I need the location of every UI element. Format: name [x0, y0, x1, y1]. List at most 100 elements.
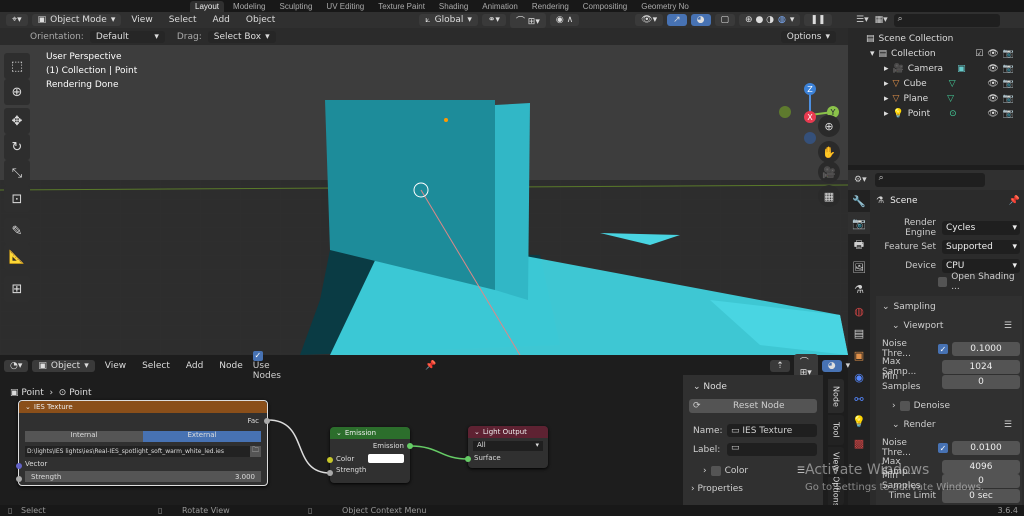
3d-viewport[interactable]: ⬚ ⊕ ✥ ↻ ⤡ ⊡ ✎ 📐 ⊞ User Perspective (1) C…	[0, 45, 848, 355]
menu-view[interactable]: View	[125, 14, 158, 26]
render-engine-select[interactable]: Cycles ▾	[942, 221, 1020, 235]
presets-icon[interactable]: ☰	[1004, 420, 1012, 430]
tab-compositing[interactable]: Compositing	[578, 1, 632, 12]
proportional-edit-button[interactable]: ◉ ∧	[549, 14, 580, 26]
vector-socket[interactable]	[16, 463, 22, 469]
collection-tab-icon[interactable]: ▤	[848, 322, 870, 344]
collection-row[interactable]: ▾ ▤ Collection ☑👁📷	[848, 46, 1024, 61]
mode-select[interactable]: ▣ Object Mode ▾	[31, 14, 122, 26]
emission-node[interactable]: ⌄ Emission Emission Color Strength	[327, 427, 413, 483]
xray-button[interactable]: ▢	[714, 14, 736, 26]
color-socket[interactable]	[327, 457, 333, 463]
viewport-max-samples-field[interactable]: 1024	[942, 360, 1020, 374]
target-select[interactable]: All ▾	[473, 441, 543, 451]
node-header[interactable]: ⌄ Emission	[330, 427, 410, 439]
viewport-noise-threshold-field[interactable]: 0.1000	[952, 342, 1020, 356]
tool-tab-icon[interactable]: 🔧	[848, 190, 870, 212]
transform-tool[interactable]: ⊡	[4, 186, 30, 212]
outliner-item-cube[interactable]: ▸ ▽ Cube ▽ 👁📷	[848, 76, 1024, 91]
sidebar-tab-view[interactable]: View	[828, 447, 844, 475]
select-box-tool[interactable]: ⬚	[4, 53, 30, 79]
properties-subpanel[interactable]: › Properties	[691, 484, 823, 494]
filter-icon[interactable]: ▦▾	[875, 15, 888, 25]
feature-set-select[interactable]: Supported ▾	[942, 240, 1020, 254]
pivot-button[interactable]: ⚭▾	[481, 14, 506, 26]
node-name-field[interactable]: ▭ IES Texture	[727, 424, 817, 437]
color-subpanel[interactable]: › Color ☰	[703, 466, 823, 476]
time-limit-field[interactable]: 0 sec	[942, 489, 1020, 503]
surface-socket[interactable]	[465, 456, 471, 462]
camera-view-icon[interactable]: 🎥	[818, 161, 840, 183]
light-data-tab-icon[interactable]: 💡	[848, 410, 870, 432]
visibility-button[interactable]: 👁▾	[635, 14, 664, 26]
properties-search-input[interactable]: ⌕	[874, 173, 985, 187]
move-tool[interactable]: ✥	[4, 108, 30, 134]
visibility-toggles[interactable]: 👁📷	[987, 64, 1018, 74]
tab-animation[interactable]: Animation	[477, 1, 523, 12]
tab-geometry-nodes[interactable]: Geometry No	[636, 1, 694, 12]
cursor-tool[interactable]: ⊕	[4, 79, 30, 105]
visibility-toggles[interactable]: 👁📷	[987, 94, 1018, 104]
tab-sculpting[interactable]: Sculpting	[275, 1, 318, 12]
tab-uv[interactable]: UV Editing	[321, 1, 369, 12]
scene-collection-row[interactable]: ▤ Scene Collection	[848, 31, 1024, 46]
reset-node-button[interactable]: ⟳ Reset Node	[689, 399, 817, 413]
sidebar-tab-options[interactable]: Options	[828, 477, 844, 505]
world-tab-icon[interactable]: ◍	[848, 300, 870, 322]
gizmo-button[interactable]: ↗	[667, 14, 687, 26]
render-noise-threshold-field[interactable]: 0.0100	[952, 441, 1020, 455]
menu-select[interactable]: Select	[163, 14, 203, 26]
node-label-field[interactable]: ▭	[727, 443, 817, 456]
outliner-item-plane[interactable]: ▸ ▽ Plane ▽ 👁📷	[848, 91, 1024, 106]
render-subpanel-header[interactable]: ⌄ Render ☰	[872, 417, 1020, 433]
ies-filepath-field[interactable]: D:\lights\IES lights\ies\Real-IES_spotli…	[27, 448, 250, 455]
folder-icon[interactable]: 🗀	[250, 446, 261, 457]
snap-button[interactable]: ⌒ ⊞▾	[509, 12, 546, 28]
tab-modeling[interactable]: Modeling	[228, 1, 270, 12]
pan-hand-icon[interactable]: ✋	[818, 141, 840, 163]
texture-tab-icon[interactable]: ▩	[848, 432, 870, 454]
outliner-search-input[interactable]: ⌕	[893, 13, 1000, 27]
emission-out-socket[interactable]	[407, 443, 413, 449]
viewport-min-samples-field[interactable]: 0	[942, 375, 1020, 389]
annotate-tool[interactable]: ✎	[4, 218, 30, 244]
fac-socket[interactable]	[264, 418, 270, 424]
output-tab-icon[interactable]: 🖶	[848, 234, 870, 256]
overlay-button[interactable]: ◕	[690, 14, 711, 26]
render-min-samples-field[interactable]: 0	[942, 474, 1020, 488]
visibility-toggles[interactable]: 👁📷	[987, 109, 1018, 119]
outliner-item-camera[interactable]: ▸ 🎥 Camera ▣ 👁📷	[848, 61, 1024, 76]
color-swatch[interactable]	[368, 454, 404, 463]
menu-add[interactable]: Add	[206, 14, 235, 26]
render-tab-icon[interactable]: 📷	[848, 212, 870, 234]
menu-object[interactable]: Object	[240, 14, 281, 26]
add-cube-tool[interactable]: ⊞	[4, 276, 30, 302]
transform-orientation-select[interactable]: ⟀ Global ▾	[419, 14, 478, 26]
visibility-toggles[interactable]: ☑👁📷	[975, 49, 1018, 59]
outliner-item-point[interactable]: ▸ 💡 Point ⊙ 👁📷	[848, 106, 1024, 121]
internal-toggle[interactable]: Internal	[25, 431, 143, 442]
tab-texture-paint[interactable]: Texture Paint	[373, 1, 430, 12]
node-header[interactable]: ⌄ IES Texture	[19, 401, 267, 413]
object-tab-icon[interactable]: ▣	[848, 344, 870, 366]
tab-rendering[interactable]: Rendering	[527, 1, 574, 12]
zoom-icon[interactable]: ⊕	[818, 115, 840, 137]
device-select[interactable]: CPU ▾	[942, 259, 1020, 273]
perspective-grid-icon[interactable]: ▦	[818, 185, 840, 207]
presets-icon[interactable]: ☰	[1004, 321, 1012, 331]
strength-field[interactable]: Strength 3.000	[25, 471, 261, 482]
constraints-tab-icon[interactable]: ⚯	[848, 388, 870, 410]
orientation-select[interactable]: Default ▾	[89, 30, 165, 43]
sampling-header[interactable]: ⌄ Sampling	[872, 299, 1020, 315]
shader-node-editor[interactable]: ◔▾ ▣ Object ▾ View Select Add Node ✓Use No…	[0, 350, 850, 505]
display-mode-icon[interactable]: ☰▾	[856, 15, 869, 25]
physics-tab-icon[interactable]: ◉	[848, 366, 870, 388]
strength-socket[interactable]	[327, 470, 333, 476]
presets-icon[interactable]: ☰	[797, 466, 805, 476]
render-max-samples-field[interactable]: 4096	[942, 460, 1020, 474]
denoise-subpanel[interactable]: › Denoise	[872, 398, 1020, 414]
sidebar-tab-tool[interactable]: Tool	[828, 415, 844, 445]
viewport-subpanel-header[interactable]: ⌄ Viewport ☰	[872, 318, 1020, 334]
view-layer-tab-icon[interactable]: 🖼	[848, 256, 870, 278]
strength-socket[interactable]	[16, 476, 22, 482]
